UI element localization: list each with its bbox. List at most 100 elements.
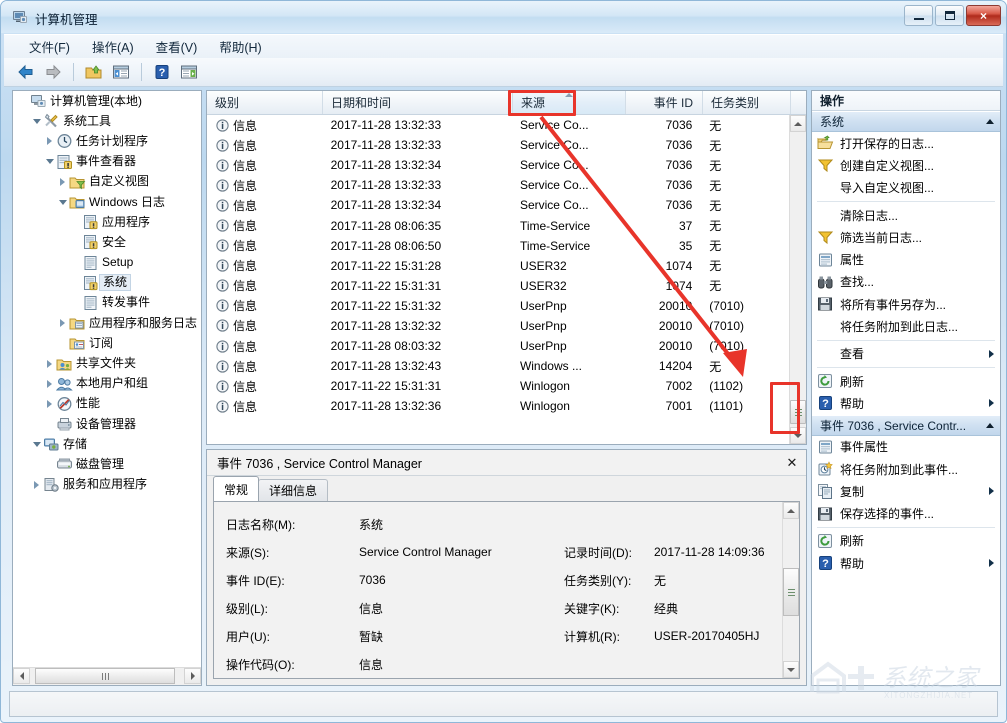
event-row[interactable]: 信息 2017-11-28 13:32:33 Service Co... 7036 无 [207,115,789,135]
event-row[interactable]: 信息 2017-11-22 15:31:32 UserPnp 20010 (7010) [207,296,789,316]
up-folder-button[interactable] [82,61,106,84]
show-hide-console-tree-button[interactable] [109,61,133,84]
expand-arrow-closed-icon[interactable] [43,357,56,370]
actions-group-system[interactable]: 系统 [812,111,1000,132]
detail-close-icon[interactable]: ✕ [782,453,802,473]
expand-arrow-closed-icon[interactable] [43,397,56,410]
tree-item-17[interactable]: 存储 [13,434,201,454]
menu-action[interactable]: 操作(A) [81,34,145,59]
tree-item-15[interactable]: 性能 [13,394,201,414]
tab-general[interactable]: 常规 [213,476,260,501]
expand-arrow-open-icon[interactable] [30,115,43,128]
detail-scroll-thumb[interactable] [783,568,799,616]
tree-item-2[interactable]: 任务计划程序 [13,131,201,151]
close-button[interactable]: × [966,5,1001,26]
action-item[interactable]: 事件属性 [812,436,1000,458]
tree-item-13[interactable]: 共享文件夹 [13,353,201,373]
column-header-event_id[interactable]: 事件 ID [626,91,703,114]
action-item[interactable]: 属性 [812,248,1000,270]
tree-item-10[interactable]: 转发事件 [13,293,201,313]
menu-help[interactable]: 帮助(H) [208,34,272,59]
tab-details[interactable]: 详细信息 [258,479,329,501]
column-header-datetime[interactable]: 日期和时间 [323,91,513,114]
scroll-left-button[interactable] [13,668,30,684]
detail-scroll-down-button[interactable] [783,661,799,678]
forward-button[interactable] [41,61,65,84]
expand-arrow-open-icon[interactable] [43,155,56,168]
event-row[interactable]: 信息 2017-11-28 13:32:32 UserPnp 20010 (7010) [207,316,789,336]
scroll-right-button[interactable] [184,668,201,684]
event-row[interactable]: 信息 2017-11-28 13:32:36 Winlogon 7001 (1101) [207,396,789,416]
tree-item-6[interactable]: 应用程序 [13,212,201,232]
back-button[interactable] [14,61,38,84]
minimize-button[interactable] [904,5,933,26]
event-row[interactable]: 信息 2017-11-28 13:32:34 Service Co... 7036 无 [207,155,789,175]
tree-hscroll-thumb[interactable] [35,668,175,684]
action-item[interactable]: 查看 [812,343,1000,365]
expand-arrow-open-icon[interactable] [56,196,69,209]
event-row[interactable]: 信息 2017-11-28 08:06:50 Time-Service 35 无 [207,236,789,256]
tree-item-3[interactable]: 事件查看器 [13,152,201,172]
show-action-pane-button[interactable] [177,61,201,84]
actions-group-event[interactable]: 事件 7036 , Service Contr... [812,414,1000,436]
action-item[interactable]: 导入自定义视图... [812,177,1000,199]
event-row[interactable]: 信息 2017-11-28 13:32:43 Windows ... 14204 无 [207,356,789,376]
tree-item-14[interactable]: 本地用户和组 [13,374,201,394]
action-item[interactable]: 将所有事件另存为... [812,293,1000,315]
column-header-task_category[interactable]: 任务类别 [703,91,791,114]
tree-item-1[interactable]: 系统工具 [13,111,201,131]
action-item[interactable]: 刷新 [812,370,1000,392]
action-item[interactable]: 刷新 [812,530,1000,552]
event-row[interactable]: 信息 2017-11-28 08:03:32 UserPnp 20010 (7010) [207,336,789,356]
expand-arrow-closed-icon[interactable] [30,478,43,491]
action-item[interactable]: 保存选择的事件... [812,502,1000,524]
collapse-arrow-icon[interactable] [986,422,994,428]
detail-scroll-up-button[interactable] [783,502,799,519]
tree-item-7[interactable]: 安全 [13,232,201,252]
tree-item-5[interactable]: Windows 日志 [13,192,201,212]
scroll-down-button[interactable] [790,427,806,444]
help-button[interactable]: ? [150,61,174,84]
action-item[interactable]: 将任务附加到此事件... [812,458,1000,480]
expand-arrow-open-icon[interactable] [30,438,43,451]
action-item[interactable]: 筛选当前日志... [812,226,1000,248]
event-row[interactable]: 信息 2017-11-22 15:31:31 Winlogon 7002 (1102) [207,376,789,396]
event-row[interactable]: 信息 2017-11-28 13:32:34 Service Co... 7036 无 [207,195,789,215]
event-row[interactable]: 信息 2017-11-28 08:06:35 Time-Service 37 无 [207,215,789,235]
expand-arrow-closed-icon[interactable] [56,175,69,188]
tree-item-0[interactable]: 计算机管理(本地) [13,91,201,111]
tree-item-11[interactable]: 应用程序和服务日志 [13,313,201,333]
tree-item-8[interactable]: Setup [13,253,201,273]
action-item[interactable]: 复制 [812,480,1000,502]
collapse-arrow-icon[interactable] [986,119,994,124]
expand-arrow-closed-icon[interactable] [43,135,56,148]
tree-item-4[interactable]: 自定义视图 [13,172,201,192]
event-list-scroll-thumb[interactable] [790,400,806,424]
action-item[interactable]: 查找... [812,271,1000,293]
event-row[interactable]: 信息 2017-11-28 13:32:33 Service Co... 7036 无 [207,175,789,195]
expand-arrow-closed-icon[interactable] [43,377,56,390]
action-item[interactable]: ? 帮助 [812,552,1000,574]
action-item[interactable]: 清除日志... [812,204,1000,226]
tree-item-18[interactable]: 磁盘管理 [13,454,201,474]
column-header-source[interactable]: 来源 [513,91,626,114]
menu-file[interactable]: 文件(F) [18,34,81,59]
event-list-vertical-scrollbar[interactable] [789,115,806,444]
event-row[interactable]: 信息 2017-11-22 15:31:31 USER32 1074 无 [207,276,789,296]
event-row[interactable]: 信息 2017-11-28 13:32:33 Service Co... 7036 无 [207,135,789,155]
detail-vertical-scrollbar[interactable] [782,502,799,678]
tree-item-12[interactable]: 订阅 [13,333,201,353]
tree-horizontal-scrollbar[interactable] [13,667,201,685]
action-item[interactable]: 将任务附加到此日志... [812,315,1000,337]
menu-view[interactable]: 查看(V) [145,34,209,59]
action-item[interactable]: 打开保存的日志... [812,132,1000,154]
column-header-level[interactable]: 级别 [207,91,323,114]
action-item[interactable]: ? 帮助 [812,392,1000,414]
maximize-button[interactable] [935,5,964,26]
expand-arrow-closed-icon[interactable] [56,317,69,330]
tree-item-9[interactable]: 系统 [13,273,201,293]
scroll-up-button[interactable] [790,115,806,132]
action-item[interactable]: 创建自定义视图... [812,154,1000,176]
tree-item-19[interactable]: 服务和应用程序 [13,475,201,495]
tree-item-16[interactable]: 设备管理器 [13,414,201,434]
